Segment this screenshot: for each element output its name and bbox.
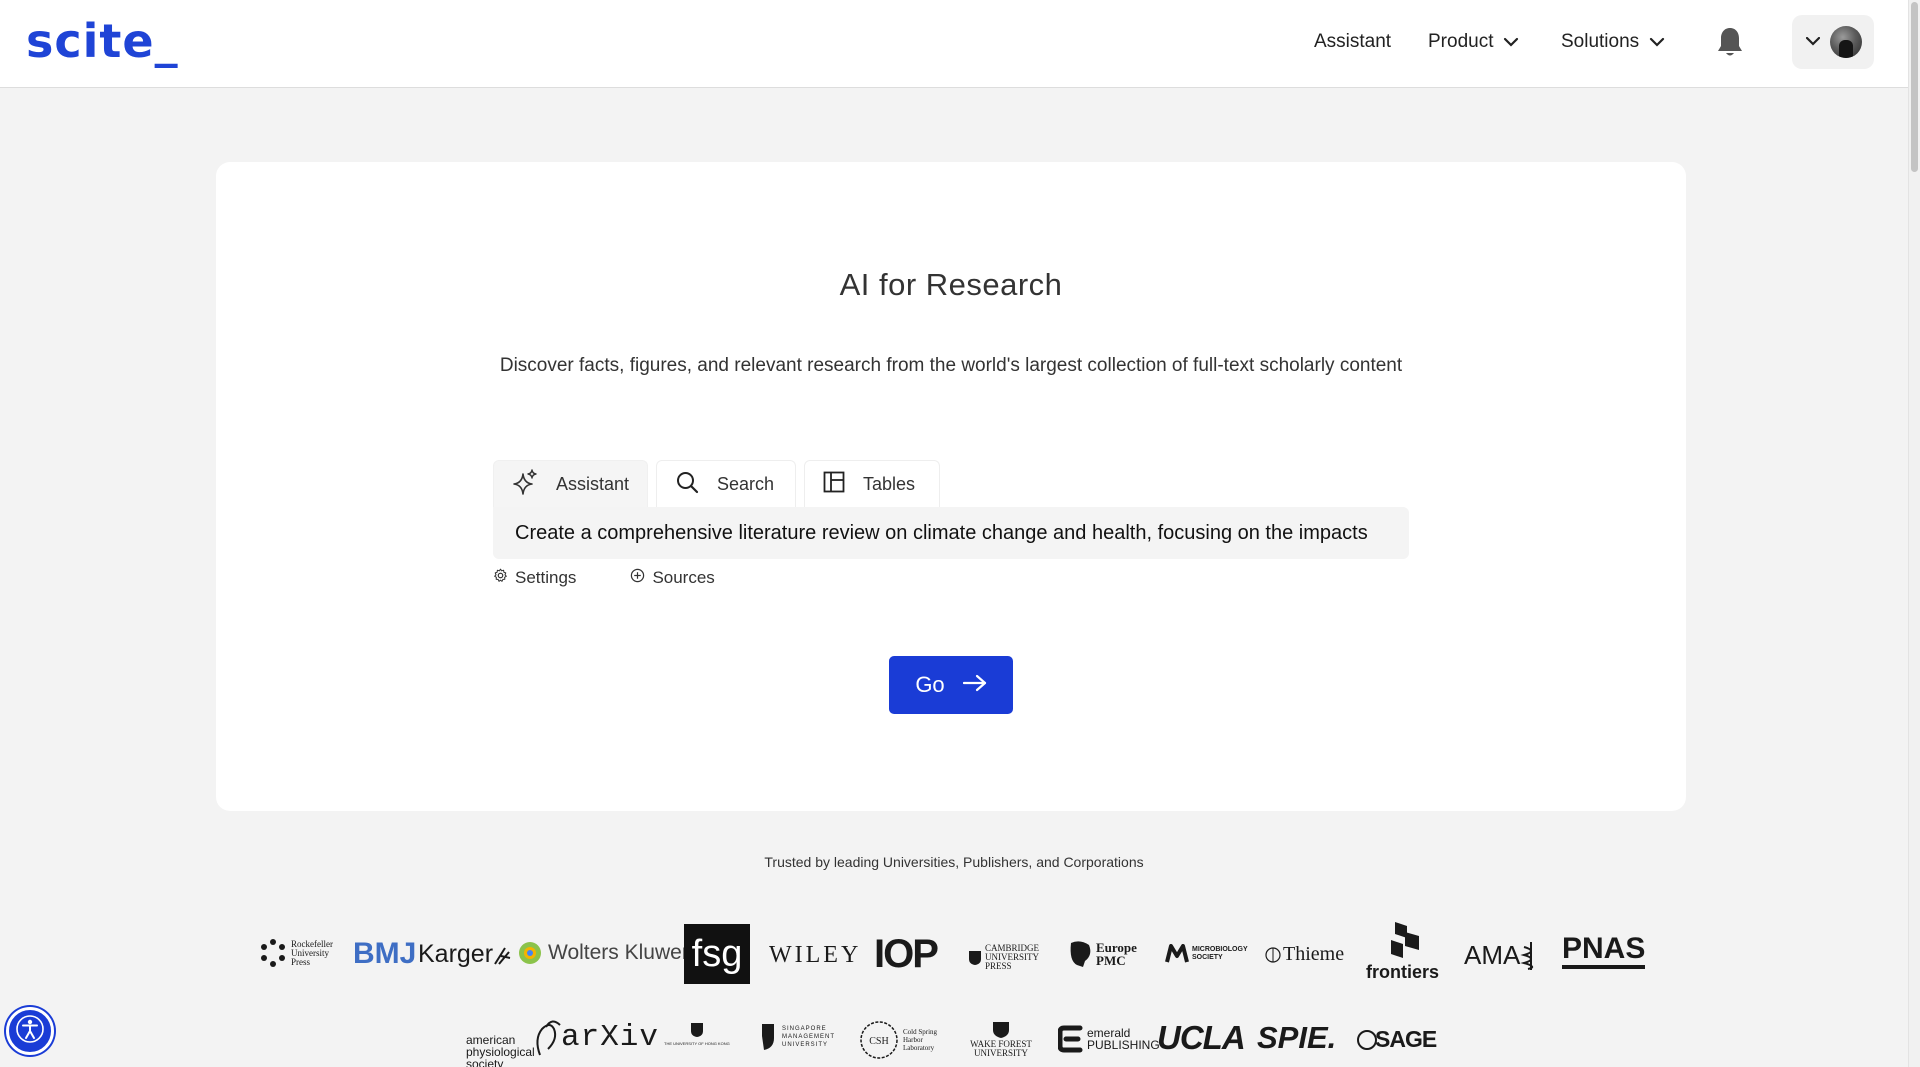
accessibility-icon xyxy=(15,1014,45,1049)
query-options: Settings Sources xyxy=(493,568,715,588)
scite-logo[interactable]: scite_ xyxy=(26,14,179,68)
logo-hku: THE UNIVERSITY OF HONG KONG xyxy=(664,1022,730,1046)
gear-icon xyxy=(493,568,515,588)
logo-emerald: emerald PUBLISHING xyxy=(1058,1024,1160,1054)
sources-button[interactable]: Sources xyxy=(630,568,715,588)
logo-spie: SPIE. xyxy=(1257,1020,1337,1055)
nav-product-label: Product xyxy=(1428,31,1494,52)
logo-smu: SINGAPORE MANAGEMENT UNIVERSITY xyxy=(760,1022,834,1052)
logo-frontiers: frontiers xyxy=(1366,920,1439,983)
nav-solutions-label: Solutions xyxy=(1561,31,1640,52)
logo-arxiv: arXiv xyxy=(561,1020,660,1055)
logo-american-physiological-society: american physiological society xyxy=(466,1006,562,1067)
search-card: AI for Research Discover facts, figures,… xyxy=(216,162,1686,811)
logo-rockefeller: Rockefeller University Press xyxy=(258,938,333,968)
tab-tables-label: Tables xyxy=(863,474,916,494)
nav-product-dropdown[interactable]: Product xyxy=(1428,31,1519,53)
settings-label: Settings xyxy=(515,568,577,587)
query-field[interactable] xyxy=(493,507,1409,559)
table-icon xyxy=(823,471,863,498)
logo-cambridge: CAMBRIDGE UNIVERSITY PRESS xyxy=(968,944,1055,971)
logo-thieme: Thieme xyxy=(1265,943,1344,966)
user-menu[interactable] xyxy=(1792,15,1874,69)
avatar xyxy=(1830,26,1862,58)
go-label: Go xyxy=(915,672,945,697)
sparkle-icon xyxy=(512,468,556,501)
logo-ucla: UCLA xyxy=(1157,1019,1246,1056)
tab-search[interactable]: Search xyxy=(656,460,796,508)
query-input[interactable] xyxy=(515,521,1387,545)
logo-wiley: WILEY xyxy=(769,942,862,968)
accessibility-button[interactable] xyxy=(6,1007,54,1055)
logo-iop: IOP xyxy=(874,932,939,976)
nav-assistant-label: Assistant xyxy=(1314,31,1392,52)
logo-wake-forest: WAKE FOREST UNIVERSITY xyxy=(966,1020,1036,1058)
logo-fsg: fsg xyxy=(684,924,750,984)
tab-search-label: Search xyxy=(717,474,775,494)
chevron-down-icon xyxy=(1649,31,1665,53)
tab-assistant-label: Assistant xyxy=(556,474,630,494)
nav-solutions-dropdown[interactable]: Solutions xyxy=(1561,31,1665,53)
logo-wolters-kluwer: Wolters Kluwer xyxy=(518,941,689,965)
chevron-down-icon xyxy=(1805,33,1821,51)
logo-ama: AMA xyxy=(1464,940,1542,971)
chevron-down-icon xyxy=(1503,31,1519,53)
arrow-right-icon xyxy=(945,672,987,698)
trusted-by-text: Trusted by leading Universities, Publish… xyxy=(764,854,1144,870)
logo-microbiology-society: MICROBIOLOGY SOCIETY xyxy=(1165,944,1247,964)
page-scrollbar[interactable] xyxy=(1908,0,1920,1067)
plus-circle-icon xyxy=(630,568,652,588)
go-button[interactable]: Go xyxy=(889,656,1013,714)
logo-cold-spring-harbor: CSH Cold Spring Harbor Laboratory xyxy=(859,1020,945,1060)
nav-assistant[interactable]: Assistant xyxy=(1314,31,1391,53)
top-header: scite_ Assistant Product Solutions xyxy=(0,0,1908,88)
scrollbar-thumb[interactable] xyxy=(1911,2,1918,172)
page-subtitle: Discover facts, figures, and relevant re… xyxy=(499,355,1403,376)
tab-assistant[interactable]: Assistant xyxy=(493,460,648,508)
tab-tables[interactable]: Tables xyxy=(804,460,940,508)
logo-europe-pmc: Europe PMC xyxy=(1067,939,1146,969)
search-icon xyxy=(675,470,717,499)
settings-button[interactable]: Settings xyxy=(493,568,576,588)
logo-sage: SAGE xyxy=(1357,1026,1437,1053)
sources-label: Sources xyxy=(652,568,715,587)
logo-bmj: BMJ xyxy=(353,937,417,970)
page-title: AI for Research xyxy=(839,267,1063,302)
notification-bell-icon[interactable] xyxy=(1716,26,1744,63)
mode-tabs: Assistant Search Tables xyxy=(493,460,948,508)
svg-text:CSH: CSH xyxy=(869,1036,888,1047)
logo-karger: Karger xyxy=(418,940,511,969)
logo-pnas: PNAS xyxy=(1562,934,1646,969)
